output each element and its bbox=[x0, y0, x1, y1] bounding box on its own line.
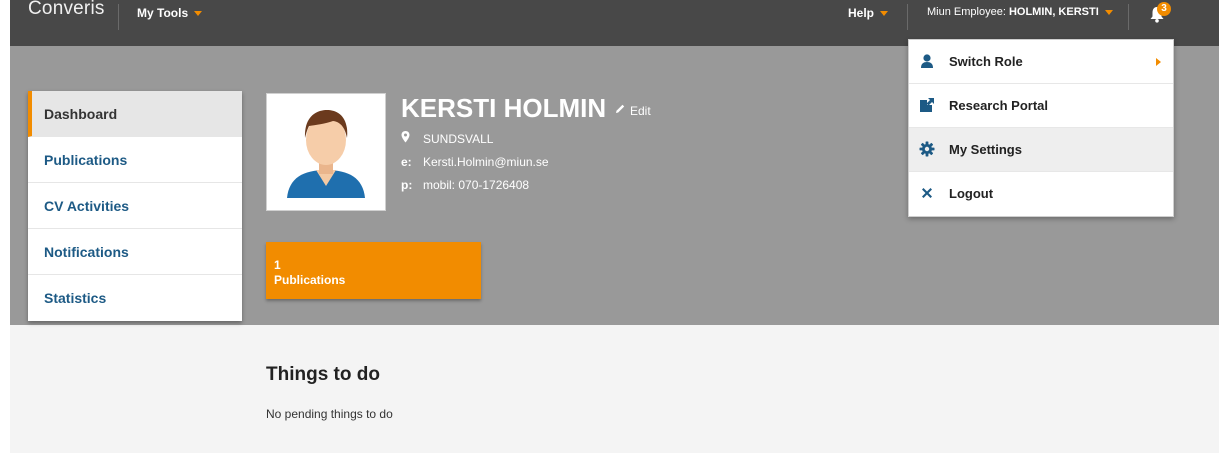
location-text: SUNDSVALL bbox=[423, 132, 494, 146]
divider bbox=[1128, 4, 1129, 30]
chevron-down-icon bbox=[1104, 9, 1113, 15]
profile-name: KERSTI HOLMIN bbox=[401, 93, 607, 123]
edit-profile-link[interactable]: Edit bbox=[630, 104, 651, 118]
sidebar-item-statistics[interactable]: Statistics bbox=[28, 275, 242, 321]
profile-avatar bbox=[266, 93, 386, 211]
publications-count: 1 bbox=[274, 258, 281, 272]
publications-count-tile[interactable]: 1 Publications bbox=[266, 242, 481, 299]
menu-item-logout[interactable]: Logout bbox=[909, 172, 1173, 216]
user-dropdown-menu: Switch Role Research Portal My Settings … bbox=[908, 39, 1174, 217]
user-menu-toggle[interactable]: Miun Employee: HOLMIN, KERSTI bbox=[927, 6, 1113, 18]
menu-item-switch-role[interactable]: Switch Role bbox=[909, 40, 1173, 84]
converis-logo[interactable]: Converis bbox=[28, 0, 105, 18]
email-key: e: bbox=[401, 155, 412, 169]
menu-item-label: My Settings bbox=[949, 142, 1022, 157]
sidebar-item-cv-activities[interactable]: CV Activities bbox=[28, 183, 242, 229]
location-row: SUNDSVALL bbox=[401, 131, 493, 146]
map-marker-icon bbox=[401, 131, 423, 146]
divider bbox=[118, 4, 119, 30]
chevron-down-icon bbox=[880, 11, 889, 17]
chevron-down-icon bbox=[194, 11, 203, 17]
person-avatar-icon bbox=[287, 110, 365, 198]
app-frame: Converis My Tools Help Miun Employee: HO… bbox=[10, 0, 1219, 453]
things-to-do-heading: Things to do bbox=[266, 364, 380, 385]
user-icon bbox=[921, 54, 933, 68]
notification-count-badge: 3 bbox=[1157, 2, 1171, 16]
publications-tile-label: Publications bbox=[274, 273, 346, 287]
sidebar-item-publications[interactable]: Publications bbox=[28, 137, 242, 183]
help-label: Help bbox=[848, 6, 875, 20]
menu-item-label: Research Portal bbox=[949, 98, 1048, 113]
user-role-label: Miun Employee: bbox=[927, 6, 1009, 18]
chevron-right-icon bbox=[1156, 58, 1161, 66]
help-menu[interactable]: Help bbox=[848, 6, 889, 20]
email-text[interactable]: Kersti.Holmin@miun.se bbox=[423, 155, 549, 169]
user-name: HOLMIN, KERSTI bbox=[1008, 6, 1099, 18]
menu-item-my-settings[interactable]: My Settings bbox=[909, 128, 1173, 172]
email-row: e: Kersti.Holmin@miun.se bbox=[401, 155, 549, 169]
things-to-do-empty-text: No pending things to do bbox=[266, 407, 393, 421]
phone-text: mobil: 070-1726408 bbox=[423, 178, 530, 192]
menu-item-research-portal[interactable]: Research Portal bbox=[909, 84, 1173, 128]
pencil-icon[interactable] bbox=[614, 103, 626, 115]
close-icon bbox=[922, 188, 932, 198]
menu-item-label: Switch Role bbox=[949, 54, 1023, 69]
sidebar-nav: Dashboard Publications CV Activities Not… bbox=[28, 91, 242, 321]
phone-key: p: bbox=[401, 178, 413, 192]
my-tools-label: My Tools bbox=[137, 6, 189, 20]
sidebar-item-dashboard[interactable]: Dashboard bbox=[28, 91, 242, 137]
gear-icon bbox=[919, 141, 935, 157]
sidebar-item-notifications[interactable]: Notifications bbox=[28, 229, 242, 275]
divider bbox=[907, 4, 908, 30]
external-link-icon bbox=[920, 98, 934, 112]
menu-item-label: Logout bbox=[949, 186, 994, 201]
phone-row: p: mobil: 070-1726408 bbox=[401, 178, 529, 192]
my-tools-menu[interactable]: My Tools bbox=[137, 6, 203, 20]
